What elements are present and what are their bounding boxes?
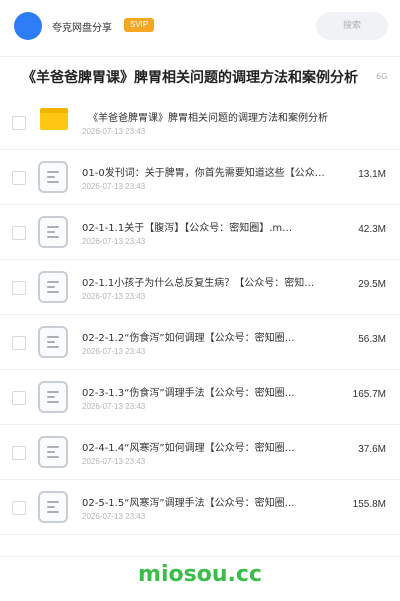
document-icon: [38, 326, 68, 358]
file-size: 155.8M: [352, 499, 386, 510]
file-name[interactable]: 02-3-1.3“伤食泻”调理手法【公众号：密知圈…: [82, 384, 348, 399]
select-checkbox[interactable]: [12, 281, 26, 295]
share-title-bar: 《羊爸爸脾胃课》脾胃相关问题的调理方法和案例分析 6G: [0, 56, 400, 96]
file-size: 42.3M: [358, 224, 386, 235]
list-item[interactable]: 02-5-1.5“风寒泻”调理手法【公众号：密知圈… 2026-07-13 23…: [0, 480, 400, 535]
logo-icon[interactable]: [14, 12, 42, 40]
document-icon: [38, 436, 68, 468]
file-name[interactable]: 02-1.1小孩子为什么总反复生病？【公众号：密知…: [82, 274, 348, 289]
list-item[interactable]: 《羊爸爸脾胃课》脾胃相关问题的调理方法和案例分析 2026-07-13 23:4…: [0, 95, 400, 150]
document-icon: [38, 161, 68, 193]
page-title: 《羊爸爸脾胃课》脾胃相关问题的调理方法和案例分析: [22, 70, 358, 86]
select-checkbox[interactable]: [12, 391, 26, 405]
document-icon: [38, 271, 68, 303]
file-size: 37.6M: [358, 444, 386, 455]
file-name[interactable]: 02-2-1.2“伤食泻”如何调理【公众号：密知圈…: [82, 329, 348, 344]
file-list: 《羊爸爸脾胃课》脾胃相关问题的调理方法和案例分析 2026-07-13 23:4…: [0, 95, 400, 535]
svip-badge[interactable]: SVIP: [124, 18, 155, 32]
file-name[interactable]: 《羊爸爸脾胃课》脾胃相关问题的调理方法和案例分析: [88, 109, 378, 124]
file-date: 2026-07-13 23:43: [82, 457, 146, 466]
file-date: 2026-07-13 23:43: [82, 347, 146, 356]
file-date: 2026-07-13 23:43: [82, 292, 146, 301]
file-name[interactable]: 02-4-1.4“风寒泻”如何调理【公众号：密知圈…: [82, 439, 348, 454]
list-item[interactable]: 01-0发刊词：关于脾胃，你首先需要知道这些【公众… 2026-07-13 23…: [0, 150, 400, 205]
list-item[interactable]: 02-3-1.3“伤食泻”调理手法【公众号：密知圈… 2026-07-13 23…: [0, 370, 400, 425]
select-checkbox[interactable]: [12, 446, 26, 460]
select-checkbox[interactable]: [12, 116, 26, 130]
file-date: 2026-07-13 23:43: [82, 237, 146, 246]
file-name[interactable]: 02-5-1.5“风寒泻”调理手法【公众号：密知圈…: [82, 494, 348, 509]
document-icon: [38, 381, 68, 413]
file-size: 56.3M: [358, 334, 386, 345]
total-size: 6G: [376, 72, 388, 81]
file-size: 165.7M: [352, 389, 386, 400]
file-date: 2026-07-13 23:43: [82, 127, 146, 136]
document-icon: [38, 491, 68, 523]
file-date: 2026-07-13 23:43: [82, 182, 146, 191]
list-item[interactable]: 02-1.1小孩子为什么总反复生病？【公众号：密知… 2026-07-13 23…: [0, 260, 400, 315]
file-date: 2026-07-13 23:43: [82, 512, 146, 521]
select-checkbox[interactable]: [12, 226, 26, 240]
select-checkbox[interactable]: [12, 501, 26, 515]
search-input[interactable]: 搜索: [316, 12, 388, 40]
site-name: 夸克网盘分享: [52, 23, 112, 34]
list-item[interactable]: 02-2-1.2“伤食泻”如何调理【公众号：密知圈… 2026-07-13 23…: [0, 315, 400, 370]
file-name[interactable]: 01-0发刊词：关于脾胃，你首先需要知道这些【公众…: [82, 164, 348, 179]
top-bar: 夸克网盘分享 SVIP 搜索: [0, 0, 400, 52]
document-icon: [38, 216, 68, 248]
list-item[interactable]: 02-1-1.1关于【腹泻】【公众号：密知圈】.m… 2026-07-13 23…: [0, 205, 400, 260]
watermark: miosou.cc: [138, 562, 262, 587]
select-checkbox[interactable]: [12, 336, 26, 350]
file-size: 29.5M: [358, 279, 386, 290]
file-name[interactable]: 02-1-1.1关于【腹泻】【公众号：密知圈】.m…: [82, 219, 348, 234]
file-date: 2026-07-13 23:43: [82, 402, 146, 411]
folder-icon: [40, 108, 68, 130]
select-checkbox[interactable]: [12, 171, 26, 185]
list-item[interactable]: 02-4-1.4“风寒泻”如何调理【公众号：密知圈… 2026-07-13 23…: [0, 425, 400, 480]
file-size: 13.1M: [358, 169, 386, 180]
